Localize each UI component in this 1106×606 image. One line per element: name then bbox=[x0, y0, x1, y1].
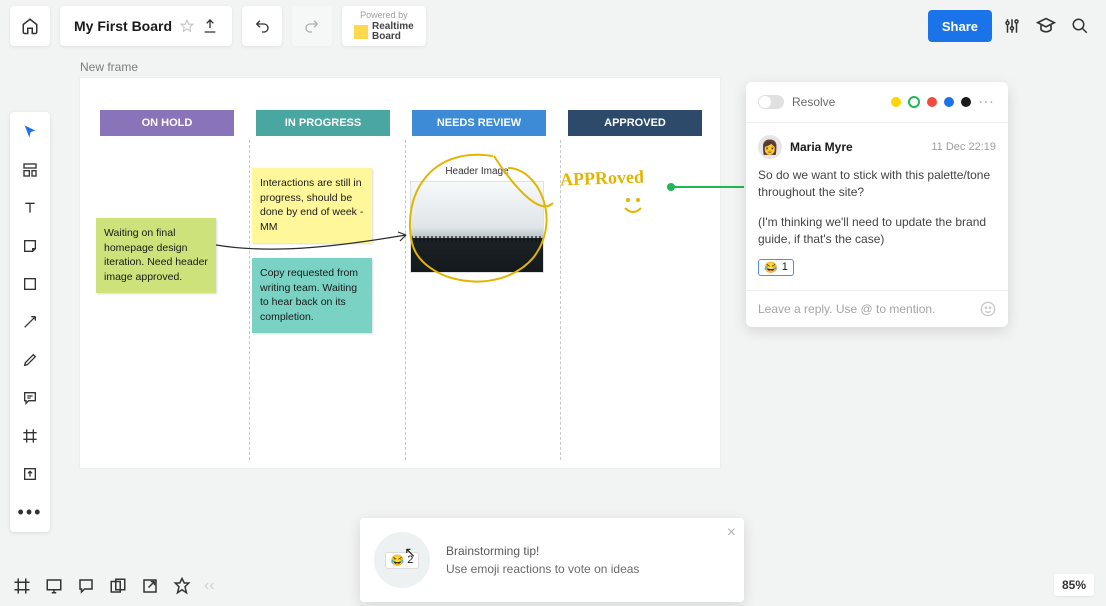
color-dot-red[interactable] bbox=[927, 97, 937, 107]
reaction-count: 1 bbox=[782, 261, 788, 273]
resolve-label: Resolve bbox=[792, 95, 835, 109]
home-icon bbox=[21, 17, 39, 35]
share-button[interactable]: Share bbox=[928, 10, 992, 42]
top-bar: My First Board Powered by Realtime Board… bbox=[0, 0, 1106, 52]
frames-list-icon[interactable] bbox=[12, 576, 32, 596]
share-link-icon[interactable] bbox=[140, 576, 160, 596]
comments-list-icon[interactable] bbox=[76, 576, 96, 596]
redo-icon bbox=[304, 18, 320, 34]
cards-icon[interactable] bbox=[108, 576, 128, 596]
color-dot-green-selected[interactable] bbox=[908, 96, 920, 108]
bottom-left-bar: ‹‹ bbox=[12, 576, 215, 596]
comment-connector bbox=[672, 186, 744, 188]
comment-message-2: (I'm thinking we'll need to update the b… bbox=[758, 214, 996, 249]
color-dot-black[interactable] bbox=[961, 97, 971, 107]
presentation-icon[interactable] bbox=[44, 576, 64, 596]
home-button[interactable] bbox=[10, 6, 50, 46]
resolve-toggle[interactable] bbox=[758, 95, 784, 109]
settings-sliders-icon[interactable] bbox=[1002, 16, 1022, 36]
connector-tool[interactable] bbox=[16, 308, 44, 336]
sticky-note[interactable]: Waiting on final homepage design iterati… bbox=[96, 218, 216, 293]
pen-tool[interactable] bbox=[16, 346, 44, 374]
search-icon[interactable] bbox=[1070, 16, 1090, 36]
freehand-circle-drawing[interactable] bbox=[398, 148, 556, 298]
realtimeboard-brand: Realtime Board bbox=[372, 22, 414, 42]
powered-by-card[interactable]: Powered by Realtime Board bbox=[342, 6, 426, 46]
collapse-chevron-icon[interactable]: ‹‹ bbox=[204, 577, 215, 595]
board-title: My First Board bbox=[74, 18, 172, 34]
color-dot-yellow[interactable] bbox=[891, 97, 901, 107]
more-tools[interactable]: ••• bbox=[16, 498, 44, 526]
realtimeboard-logo-icon bbox=[354, 25, 368, 39]
handwritten-approved[interactable]: APPRoved bbox=[560, 167, 645, 191]
emoji-picker-icon[interactable] bbox=[980, 301, 996, 317]
cursor-icon: ↖ bbox=[404, 544, 416, 561]
reaction-emoji-icon: 😂 bbox=[764, 261, 778, 274]
frame-label[interactable]: New frame bbox=[80, 60, 138, 74]
connector-arrow[interactable] bbox=[216, 230, 416, 260]
column-header-needs-review[interactable]: NEEDS REVIEW bbox=[412, 110, 546, 136]
text-tool[interactable] bbox=[16, 194, 44, 222]
column-header-on-hold[interactable]: ON HOLD bbox=[100, 110, 234, 136]
avatar: 👩 bbox=[758, 135, 782, 159]
select-tool[interactable] bbox=[16, 118, 44, 146]
handwritten-smiley-icon bbox=[620, 192, 646, 218]
reaction-badge[interactable]: 😂 1 bbox=[758, 259, 794, 276]
activity-icon[interactable] bbox=[172, 576, 192, 596]
tip-line-1: Brainstorming tip! bbox=[446, 542, 639, 560]
color-dot-blue[interactable] bbox=[944, 97, 954, 107]
tip-line-2: Use emoji reactions to vote on ideas bbox=[446, 560, 639, 578]
comment-panel: Resolve ⋯ 👩 Maria Myre 11 Dec 22:19 So d… bbox=[746, 82, 1008, 327]
comment-message-1: So do we want to stick with this palette… bbox=[758, 167, 996, 202]
upload-tool[interactable] bbox=[16, 460, 44, 488]
tip-close-icon[interactable]: × bbox=[727, 524, 736, 542]
learn-icon[interactable] bbox=[1036, 16, 1056, 36]
column-header-approved[interactable]: APPROVED bbox=[568, 110, 702, 136]
reply-input[interactable]: Leave a reply. Use @ to mention. bbox=[758, 302, 935, 316]
left-toolbar: ••• bbox=[10, 112, 50, 532]
template-tool[interactable] bbox=[16, 156, 44, 184]
column-header-in-progress[interactable]: IN PROGRESS bbox=[256, 110, 390, 136]
comment-color-picker: ⋯ bbox=[891, 92, 996, 112]
kanban-columns: ON HOLD IN PROGRESS NEEDS REVIEW APPROVE… bbox=[100, 110, 702, 148]
comment-author: Maria Myre bbox=[790, 140, 853, 154]
comment-timestamp: 11 Dec 22:19 bbox=[931, 141, 996, 153]
undo-icon bbox=[254, 18, 270, 34]
shape-tool[interactable] bbox=[16, 270, 44, 298]
tip-illustration: ↖ 😂2 bbox=[374, 532, 430, 588]
undo-button[interactable] bbox=[242, 6, 282, 46]
export-icon[interactable] bbox=[202, 18, 218, 34]
column-divider bbox=[249, 140, 250, 460]
redo-button[interactable] bbox=[292, 6, 332, 46]
comment-tool[interactable] bbox=[16, 384, 44, 412]
board-title-card[interactable]: My First Board bbox=[60, 6, 232, 46]
tip-toast: × ↖ 😂2 Brainstorming tip! Use emoji reac… bbox=[360, 518, 744, 602]
sticky-note-tool[interactable] bbox=[16, 232, 44, 260]
zoom-level[interactable]: 85% bbox=[1054, 574, 1094, 596]
comment-more-icon[interactable]: ⋯ bbox=[978, 92, 996, 112]
sticky-note[interactable]: Copy requested from writing team. Waitin… bbox=[252, 258, 372, 333]
powered-by-label: Powered by bbox=[360, 10, 408, 20]
star-icon[interactable] bbox=[180, 19, 194, 33]
frame-tool[interactable] bbox=[16, 422, 44, 450]
